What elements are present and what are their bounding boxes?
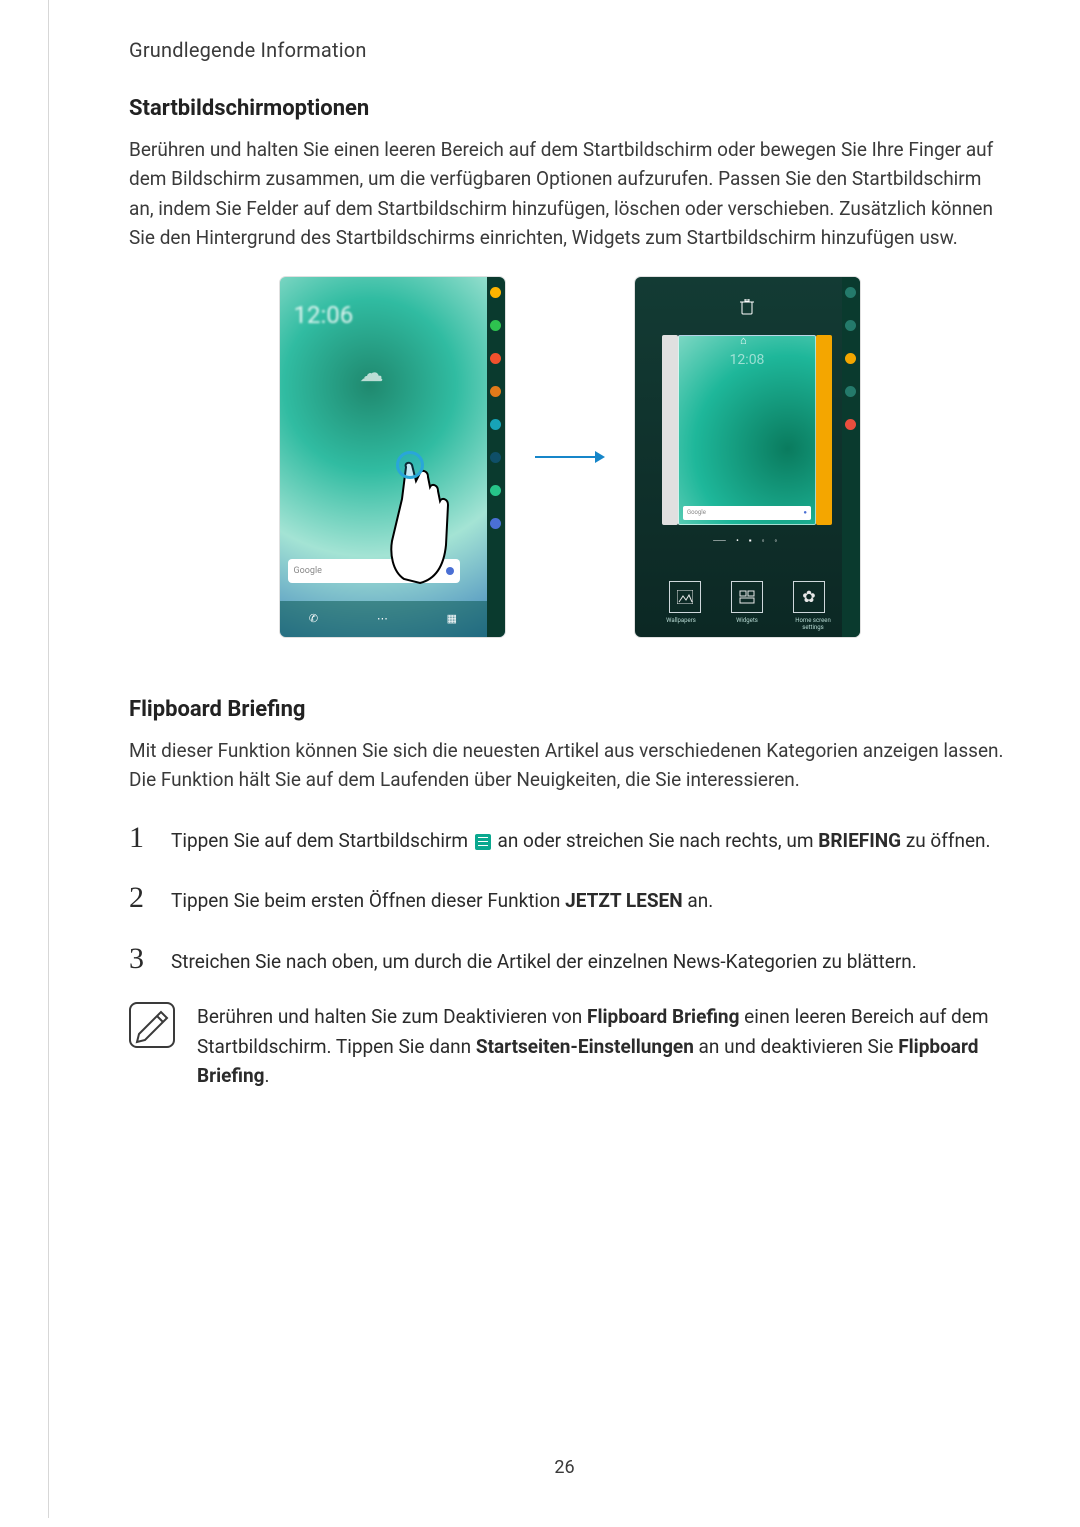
para-flipboard: Mit dieser Funktion können Sie sich die …	[129, 736, 1010, 795]
note-t3: an und deaktivieren Sie	[694, 1035, 898, 1058]
edge-icon	[490, 518, 501, 529]
heading-start-options: Startbildschirmoptionen	[129, 96, 1010, 121]
step-2-text-a: Tippen Sie beim ersten Öffnen dieser Fun…	[171, 889, 565, 912]
edge-icon	[490, 386, 501, 397]
step-1-text-a: Tippen Sie auf dem Startbildschirm	[171, 829, 473, 852]
edge-icon	[490, 320, 501, 331]
page-number: 26	[554, 1457, 574, 1478]
note-t4: .	[264, 1064, 269, 1087]
edge-icon	[490, 353, 501, 364]
step-1: 1 Tippen Sie auf dem Startbildschirm an …	[129, 821, 1010, 856]
overview-button-labels: Wallpapers Widgets Home screen settings	[635, 617, 860, 631]
step-1-text-b: an oder streichen Sie nach rechts, um	[493, 829, 818, 852]
step-number: 3	[129, 942, 153, 976]
home-icon: ⌂	[740, 334, 754, 348]
step-2-bold: JETZT LESEN	[565, 889, 683, 912]
step-2: 2 Tippen Sie beim ersten Öffnen dieser F…	[129, 881, 1010, 916]
note-b1: Flipboard Briefing	[587, 1005, 739, 1028]
widgets-button	[731, 581, 763, 613]
step-1-text-c: zu öffnen.	[901, 829, 990, 852]
wallpapers-button	[669, 581, 701, 613]
step-2-text-b: an.	[683, 889, 714, 912]
arrow-right-icon	[535, 447, 605, 467]
note-t1: Berühren und halten Sie zum Deaktivieren…	[197, 1005, 587, 1028]
touch-ring-icon	[396, 451, 424, 479]
overview-clock: 12:08	[730, 352, 765, 368]
overview-search: Google●	[683, 506, 811, 520]
clock-text: 12:06	[294, 301, 354, 329]
edge-panel	[487, 277, 505, 637]
figure-row: 12:06 ☁ Google ✆⋯▦	[129, 277, 1010, 637]
briefing-tile-icon	[475, 834, 491, 850]
step-number: 1	[129, 821, 153, 855]
overview-panel-briefing	[662, 335, 678, 525]
step-1-bold: BRIEFING	[818, 829, 901, 852]
overview-panel-right	[816, 335, 832, 525]
note-block: Berühren und halten Sie zum Deaktivieren…	[129, 1002, 1010, 1090]
edge-icon	[490, 287, 501, 298]
screenshot-home-overview: ⌂ 12:08 Google● ⸺ • ▪ ◦ ◦ ✿ Wallpapers W…	[635, 277, 860, 637]
nav-strip: ✆⋯▦	[280, 601, 487, 637]
screenshot-home-longpress: 12:06 ☁ Google ✆⋯▦	[280, 277, 505, 637]
trash-icon	[740, 299, 754, 319]
search-label: Google	[294, 566, 322, 576]
weather-icon: ☁	[360, 359, 384, 387]
edge-icon	[490, 452, 501, 463]
page-indicator: ⸺ • ▪ ◦ ◦	[635, 535, 860, 546]
home-settings-button: ✿	[793, 581, 825, 613]
step-3: 3 Streichen Sie nach oben, um durch die …	[129, 942, 1010, 977]
note-icon	[129, 1002, 175, 1048]
heading-flipboard: Flipboard Briefing	[129, 697, 1010, 722]
step-3-text: Streichen Sie nach oben, um durch die Ar…	[171, 948, 917, 977]
note-b2: Startseiten-Einstellungen	[476, 1035, 694, 1058]
hand-illustration	[386, 459, 466, 589]
edge-icon	[490, 485, 501, 496]
edge-panel	[842, 277, 860, 637]
edge-icon	[490, 419, 501, 430]
para-start-options: Berühren und halten Sie einen leeren Ber…	[129, 135, 1010, 253]
step-number: 2	[129, 881, 153, 915]
section-header: Grundlegende Information	[129, 38, 1010, 62]
overview-panel-home: ⌂ 12:08 Google●	[678, 335, 816, 525]
